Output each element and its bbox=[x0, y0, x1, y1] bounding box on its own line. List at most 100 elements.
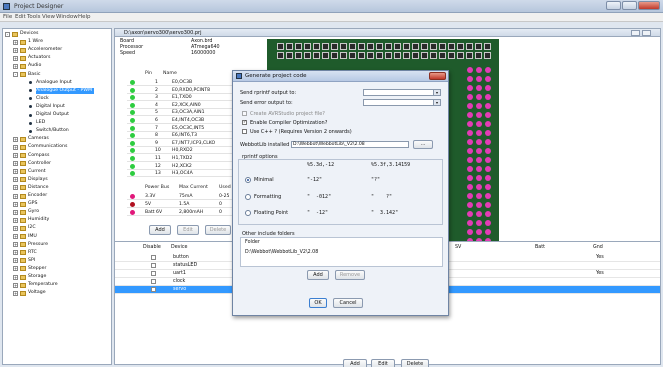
rprintf-output-select[interactable]: ▾ bbox=[363, 89, 441, 96]
tree-item[interactable]: Clock bbox=[36, 96, 51, 102]
tree-item[interactable]: Temperature bbox=[28, 282, 60, 288]
pin-row[interactable]: 4 E2,XCK,AIN0 bbox=[127, 102, 233, 109]
pin-row[interactable]: 13 H3,OC4A bbox=[127, 170, 233, 178]
device-delete-button[interactable]: Delete bbox=[401, 359, 429, 367]
ok-button[interactable]: OK bbox=[309, 298, 327, 308]
expand-icon[interactable]: + bbox=[13, 39, 18, 45]
expand-icon[interactable]: + bbox=[13, 55, 18, 61]
tree-item[interactable]: GPS bbox=[28, 201, 39, 207]
minimize-button[interactable] bbox=[606, 1, 621, 10]
doc-close-button[interactable] bbox=[642, 30, 651, 36]
floating-point-radio[interactable] bbox=[245, 210, 251, 216]
document-tab[interactable]: D:\axon\servo300\servo300.prj bbox=[115, 29, 660, 37]
menu-edit[interactable]: Edit bbox=[15, 14, 26, 20]
pin-row[interactable]: 5 E3,OC3A,AIN1 bbox=[127, 109, 233, 117]
expand-icon[interactable]: + bbox=[13, 250, 18, 256]
folder-remove-button[interactable]: Remove bbox=[335, 270, 365, 280]
folder-add-button[interactable]: Add bbox=[307, 270, 329, 280]
tree-item[interactable]: Analogue Output - PWM bbox=[36, 87, 95, 94]
disable-checkbox[interactable] bbox=[151, 271, 156, 276]
tree-item[interactable]: Stepper bbox=[28, 266, 48, 272]
tree-item[interactable]: Humidity bbox=[28, 217, 51, 223]
collapse-icon[interactable]: - bbox=[13, 72, 18, 77]
expand-icon[interactable]: + bbox=[13, 136, 18, 142]
pin-row[interactable]: 10 H0,RXD2 bbox=[127, 147, 233, 155]
device-add-button[interactable]: Add bbox=[343, 359, 367, 367]
tree-item[interactable]: Displays bbox=[28, 177, 50, 183]
error-output-select[interactable]: ▾ bbox=[363, 99, 441, 106]
device-edit-button[interactable]: Edit bbox=[371, 359, 395, 367]
tree-item[interactable]: IMU bbox=[28, 234, 39, 240]
menu-view[interactable]: View bbox=[42, 14, 55, 20]
pin-row[interactable]: 11 H1,TXD2 bbox=[127, 155, 233, 162]
expand-icon[interactable]: + bbox=[13, 169, 18, 175]
tree-item[interactable]: Voltage bbox=[28, 290, 48, 296]
tree-item[interactable]: Cameras bbox=[28, 136, 51, 142]
expand-icon[interactable]: + bbox=[13, 290, 18, 296]
expand-icon[interactable]: + bbox=[13, 63, 18, 69]
disable-checkbox[interactable] bbox=[151, 255, 156, 260]
browse-button[interactable]: ... bbox=[413, 140, 433, 149]
expand-icon[interactable]: + bbox=[13, 274, 18, 280]
expand-icon[interactable]: + bbox=[13, 209, 18, 215]
pin-row[interactable]: 12 H2,XCK2 bbox=[127, 163, 233, 170]
tree-item[interactable]: RTC bbox=[28, 250, 39, 256]
tree-item[interactable]: Accelerometer bbox=[28, 47, 64, 53]
expand-icon[interactable]: + bbox=[13, 185, 18, 191]
tree-item[interactable]: SPI bbox=[28, 258, 37, 264]
folder-list-item[interactable]: D:\Webbot\WebbotLib_V2\2.08 bbox=[245, 250, 318, 255]
tree-item[interactable]: Pressure bbox=[28, 242, 50, 248]
cpp-checkbox[interactable] bbox=[242, 129, 247, 134]
optimization-checkbox[interactable]: ✓ bbox=[242, 120, 247, 125]
tree-item[interactable]: Digital Output bbox=[36, 112, 71, 118]
pin-row[interactable]: 9 E7,INT7,ICP3,CLKO bbox=[127, 140, 233, 147]
tree-item[interactable]: Current bbox=[28, 169, 48, 175]
pin-row[interactable]: 2 E0,RXD0,PCINT8 bbox=[127, 87, 233, 94]
expand-icon[interactable]: + bbox=[13, 225, 18, 231]
pin-row[interactable]: 3 E1,TXD0 bbox=[127, 94, 233, 102]
avrstudio-checkbox[interactable] bbox=[242, 111, 247, 116]
expand-icon[interactable]: + bbox=[13, 242, 18, 248]
disable-checkbox[interactable] bbox=[151, 279, 156, 284]
tree-item[interactable]: Controller bbox=[28, 161, 53, 167]
menu-tools[interactable]: Tools bbox=[27, 14, 41, 20]
expand-icon[interactable]: + bbox=[13, 234, 18, 239]
expand-icon[interactable]: + bbox=[13, 266, 18, 272]
pin-row[interactable]: 1 E0,OC3B bbox=[127, 79, 233, 86]
tree-item[interactable]: Audio bbox=[28, 63, 43, 69]
disable-checkbox[interactable] bbox=[151, 287, 156, 292]
expand-icon[interactable]: + bbox=[13, 153, 18, 158]
tree-item[interactable]: LED bbox=[36, 120, 47, 126]
pin-row[interactable]: 8 E6,INT6,T3 bbox=[127, 132, 233, 140]
expand-icon[interactable]: + bbox=[13, 282, 18, 288]
menu-window[interactable]: Window bbox=[56, 14, 78, 20]
tree-item[interactable]: Basic bbox=[28, 72, 42, 78]
expand-icon[interactable]: + bbox=[13, 193, 18, 199]
formatting-radio[interactable] bbox=[245, 194, 251, 200]
cancel-button[interactable]: Cancel bbox=[333, 298, 363, 308]
tree-item[interactable]: Storage bbox=[28, 274, 48, 280]
tree-item[interactable]: Distance bbox=[28, 185, 51, 191]
pin-add-button[interactable]: Add bbox=[149, 225, 171, 235]
expand-icon[interactable]: + bbox=[13, 258, 18, 264]
tree-item[interactable]: Digital Input bbox=[36, 104, 67, 110]
collapse-icon[interactable]: - bbox=[5, 31, 10, 37]
webbotlib-path-input[interactable]: D:\Webbot\WebbotLib\_V2\2.08 bbox=[291, 141, 409, 148]
pin-row[interactable]: 6 E4,INT4,OC3B bbox=[127, 117, 233, 124]
expand-icon[interactable]: + bbox=[13, 161, 18, 167]
expand-icon[interactable]: + bbox=[13, 217, 18, 223]
menu-help[interactable]: Help bbox=[78, 14, 91, 20]
tree-item[interactable]: Encoder bbox=[28, 193, 49, 199]
expand-icon[interactable]: + bbox=[13, 144, 18, 150]
tree-item[interactable]: Communications bbox=[28, 144, 69, 150]
tree-item[interactable]: Compass bbox=[28, 153, 51, 159]
pin-row[interactable]: 7 E5,OC3C,INT5 bbox=[127, 125, 233, 132]
tree-item[interactable]: Devices bbox=[20, 31, 40, 37]
minimal-radio[interactable] bbox=[245, 177, 251, 183]
dialog-close-button[interactable] bbox=[429, 72, 446, 80]
tree-item[interactable]: Switch/Button bbox=[36, 128, 71, 134]
close-button[interactable] bbox=[638, 1, 660, 10]
tree-item[interactable]: 1 Wire bbox=[28, 39, 45, 45]
tree-item[interactable]: Analogue Input bbox=[36, 80, 74, 86]
menu-file[interactable]: File bbox=[3, 14, 12, 20]
